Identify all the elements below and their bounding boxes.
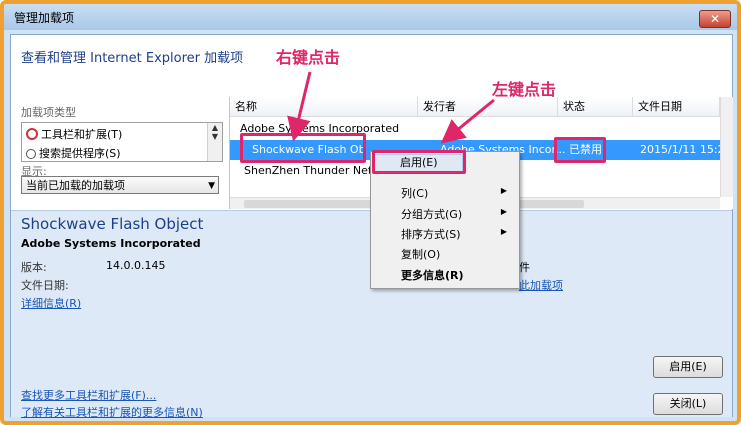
arrow-left-click [440,98,495,144]
dialog-window: 管理加载项 ✕ 查看和管理 Internet Explorer 加载项 加载项类… [0,0,741,425]
annotation-left-click: 左键点击 [492,80,557,99]
annotation-right-click: 右键点击 [276,48,341,67]
arrow-right-click [287,71,312,142]
annotation-arrows [287,71,495,144]
